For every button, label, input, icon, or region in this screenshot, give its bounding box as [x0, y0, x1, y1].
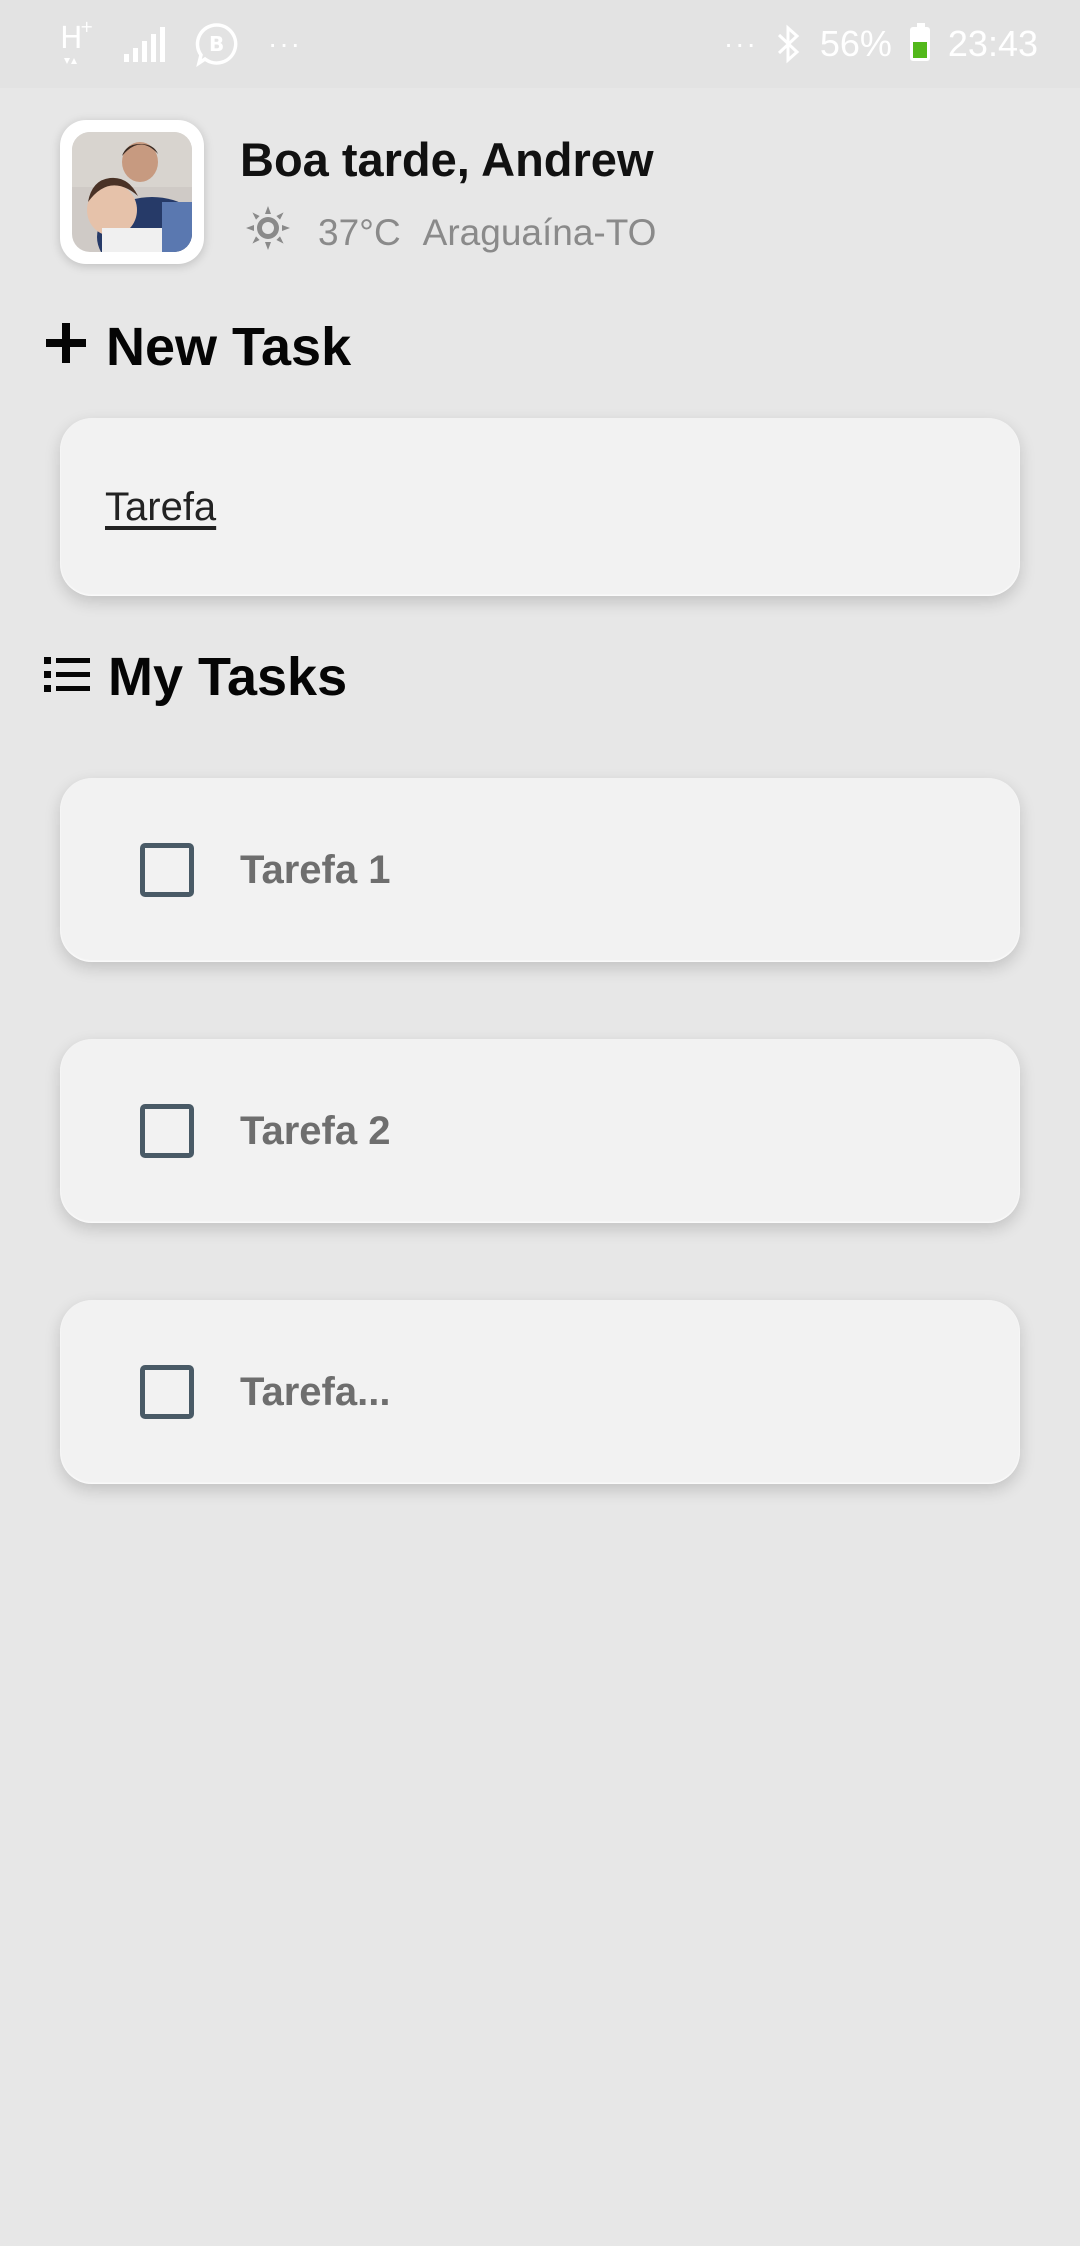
weather-row: 37°C Araguaína-TO	[244, 204, 656, 261]
new-task-title: New Task	[106, 317, 352, 377]
status-bar-right: ··· 56% 23:43	[724, 18, 1038, 70]
task-label: Tarefa 2	[240, 1108, 391, 1153]
task-label: Tarefa 1	[240, 847, 391, 892]
status-bar: H + B ··· ··· 56% 23:43	[0, 0, 1080, 88]
signal-icon	[122, 24, 166, 64]
b-app-icon: B	[194, 21, 240, 67]
network-h-plus-icon: H +	[58, 18, 94, 70]
task-checkbox[interactable]	[140, 1104, 194, 1158]
svg-text:+: +	[80, 18, 93, 36]
plus-icon	[44, 316, 88, 378]
status-time: 23:43	[947, 23, 1038, 64]
svg-text:B: B	[209, 32, 224, 56]
task-card[interactable]: Tarefa 1	[60, 778, 1020, 962]
bluetooth-icon	[776, 24, 802, 64]
new-task-card[interactable]: Tarefa	[60, 418, 1020, 596]
sun-icon	[244, 204, 292, 261]
location: Araguaína-TO	[422, 211, 657, 253]
new-task-input[interactable]: Tarefa	[105, 485, 216, 530]
new-task-heading: New Task	[44, 316, 351, 378]
more-status-icon: ···	[723, 28, 758, 59]
task-card[interactable]: Tarefa 2	[60, 1039, 1020, 1223]
temperature: 37°C	[318, 211, 401, 253]
status-bar-left: H + B ···	[58, 18, 302, 70]
more-notifications-icon: ···	[268, 28, 302, 59]
my-tasks-heading: My Tasks	[44, 646, 347, 708]
task-checkbox[interactable]	[140, 1365, 194, 1419]
list-icon	[44, 646, 90, 708]
greeting: Boa tarde, Andrew	[240, 133, 654, 186]
battery-level	[912, 42, 927, 58]
battery-percent: 56%	[819, 23, 892, 64]
battery-icon	[909, 23, 930, 61]
avatar-photo	[72, 132, 192, 252]
task-card[interactable]: Tarefa...	[60, 1300, 1020, 1484]
task-label: Tarefa...	[240, 1369, 391, 1414]
task-checkbox[interactable]	[140, 843, 194, 897]
my-tasks-title: My Tasks	[108, 647, 348, 707]
avatar[interactable]	[60, 120, 204, 264]
